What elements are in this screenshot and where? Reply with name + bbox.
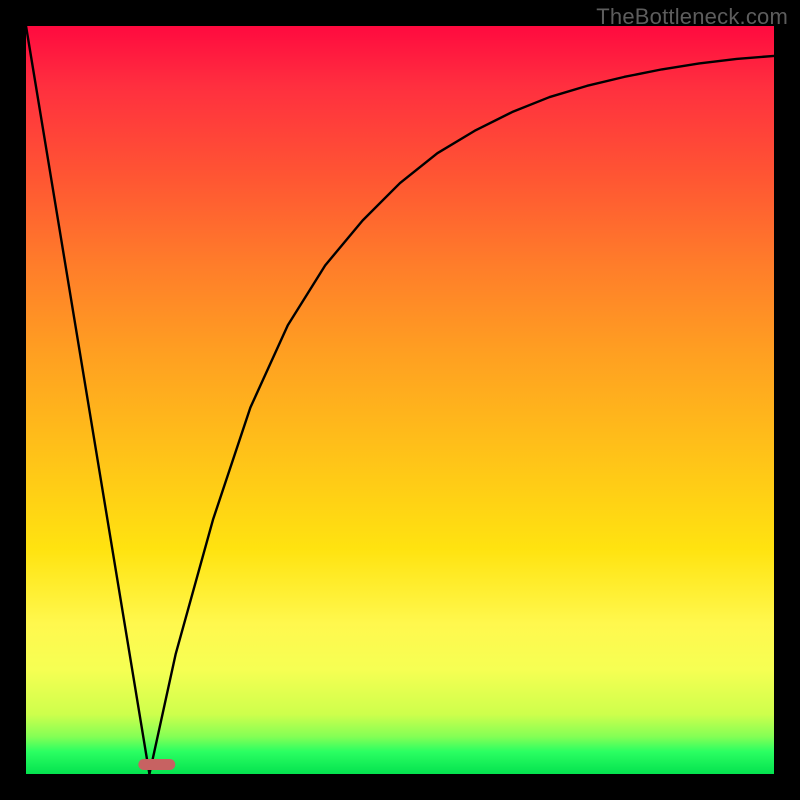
plot-area bbox=[26, 26, 774, 774]
curve-left bbox=[26, 26, 149, 774]
bottleneck-curve bbox=[26, 26, 774, 774]
watermark-text: TheBottleneck.com bbox=[596, 4, 788, 30]
chart-frame: TheBottleneck.com bbox=[0, 0, 800, 800]
bottleneck-marker bbox=[138, 759, 175, 770]
curve-right bbox=[149, 56, 774, 774]
